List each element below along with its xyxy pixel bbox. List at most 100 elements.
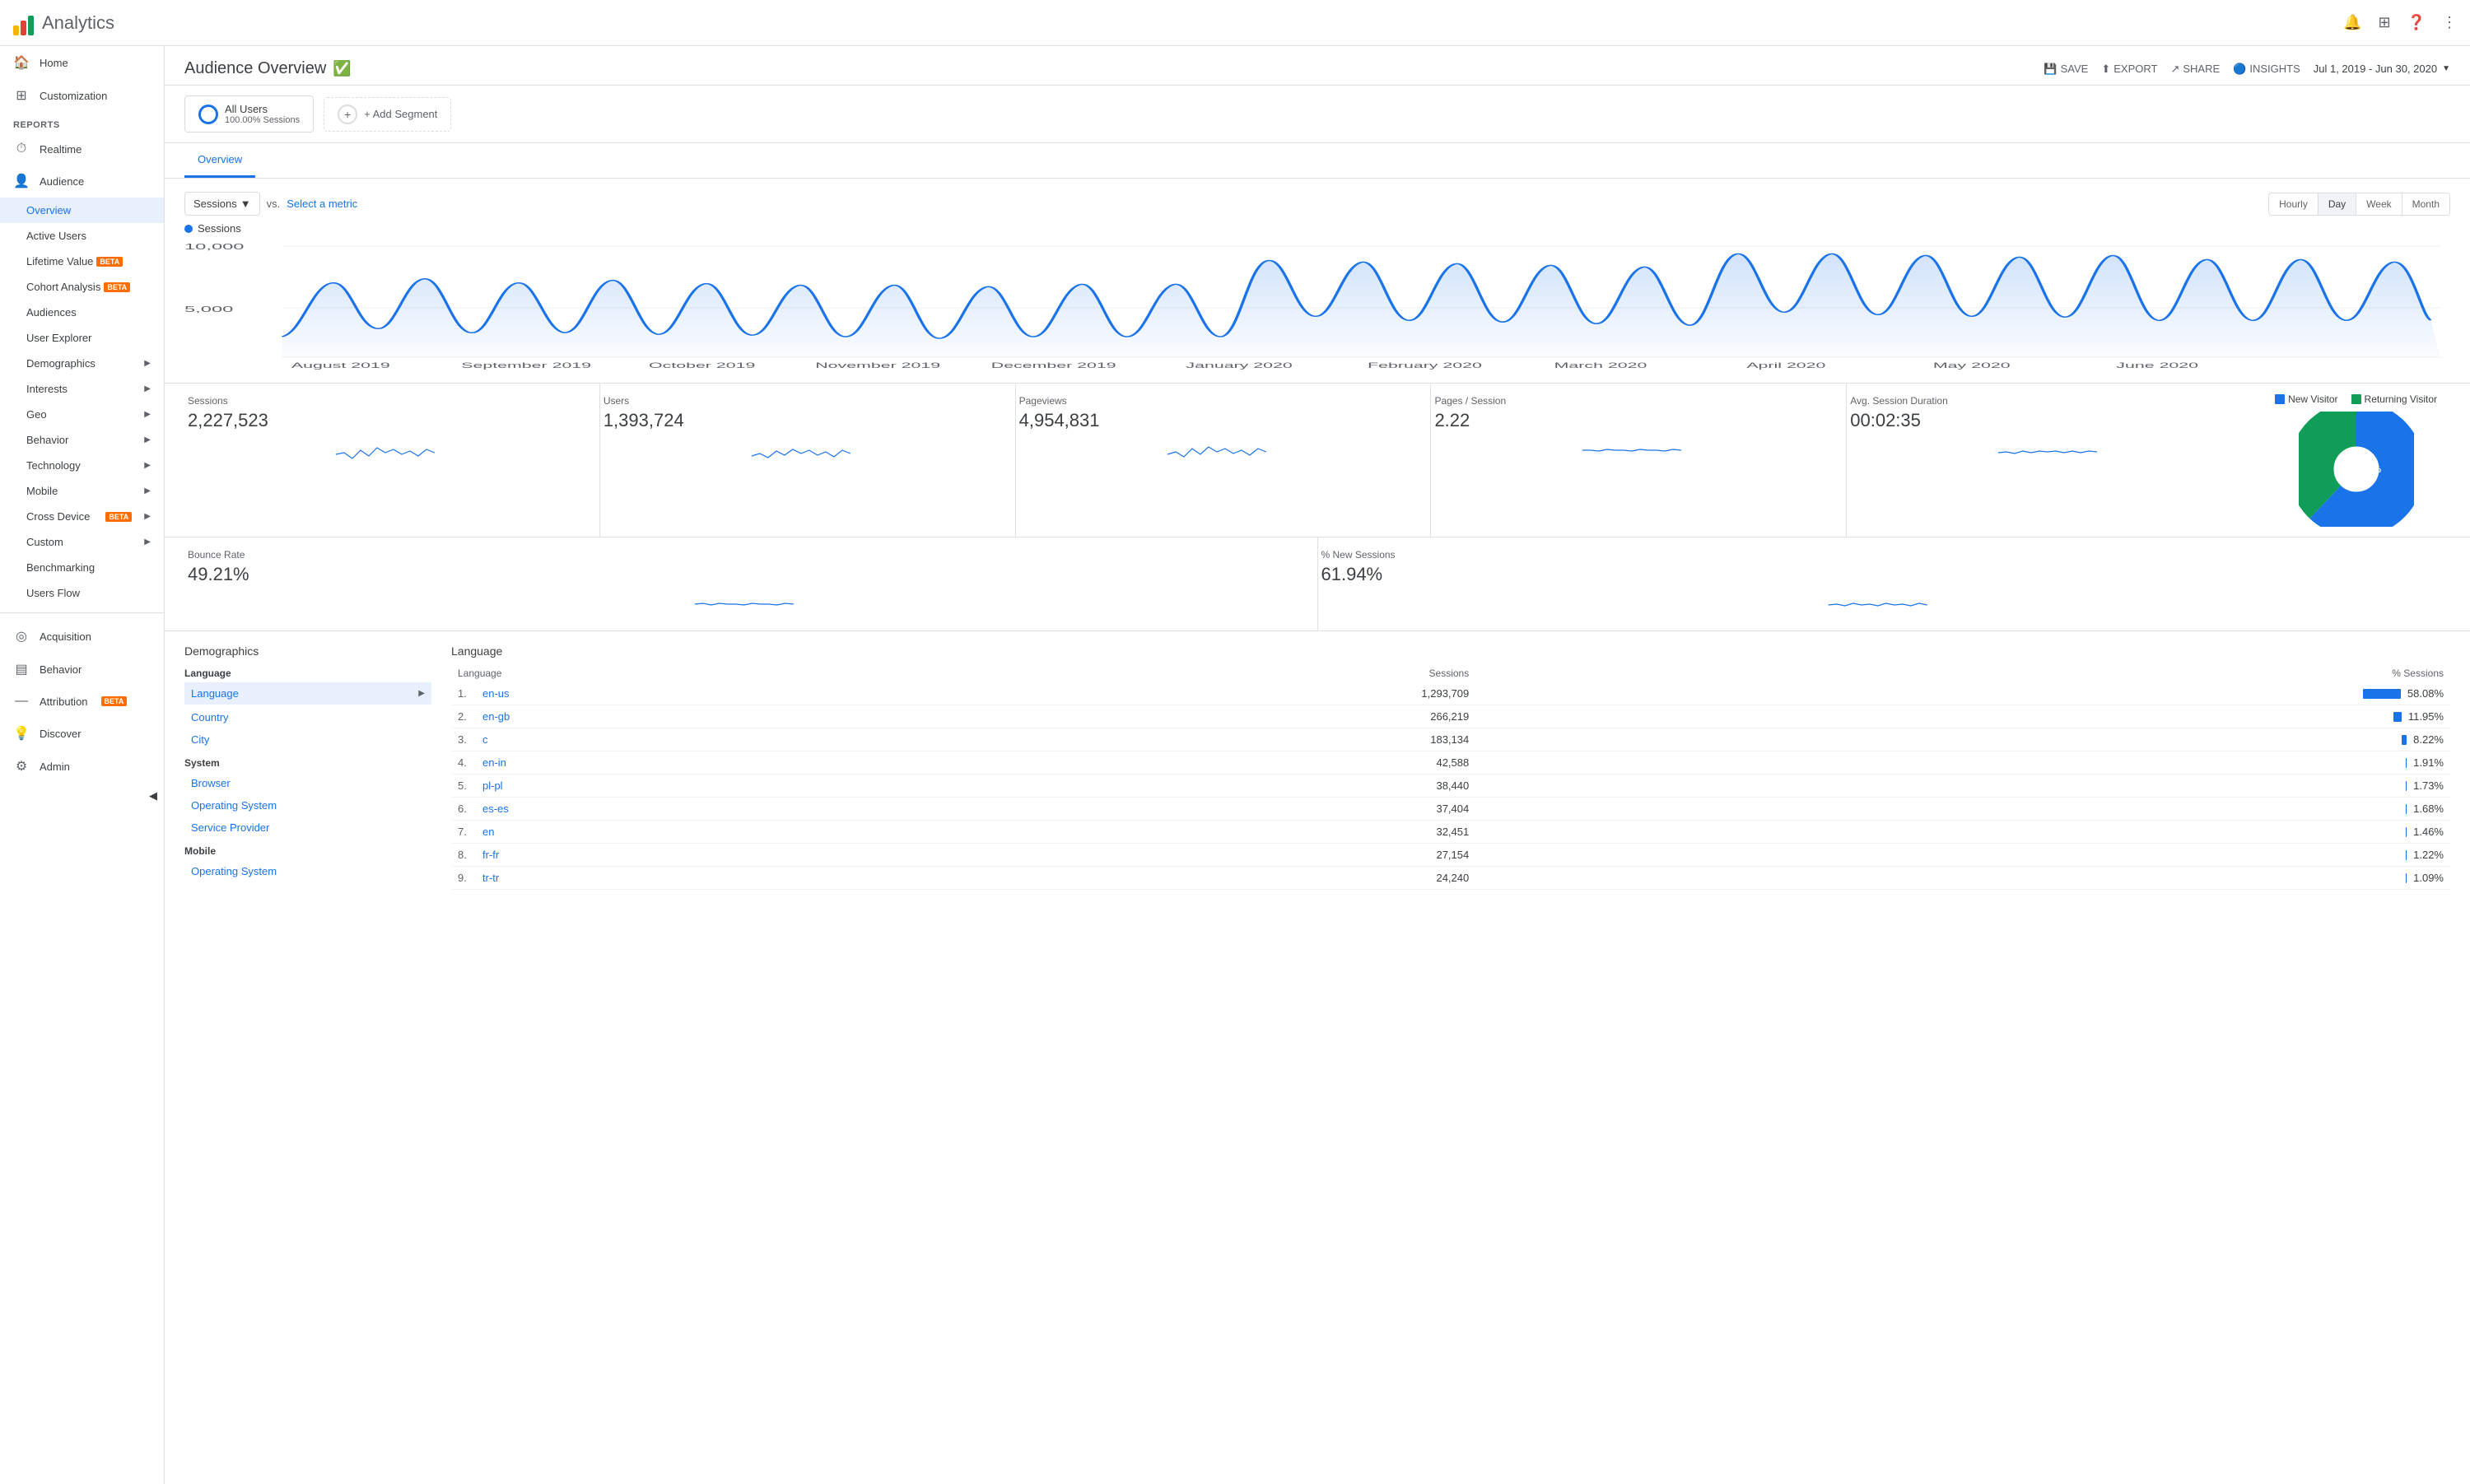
tab-overview[interactable]: Overview [184,143,255,178]
sidebar-item-realtime[interactable]: ⏱ Realtime [0,133,164,165]
sparkline-users [604,438,999,463]
collapse-icon: ◀ [149,789,157,802]
lang-sessions: 24,240 [876,867,1475,890]
more-icon[interactable]: ⋮ [2442,14,2457,31]
sidebar-item-admin[interactable]: ⚙ Admin [0,750,164,783]
pie-chart-area: New Visitor Returning Visitor 38% 62% [2262,384,2450,537]
sidebar-item-acquisition[interactable]: ◎ Acquisition [0,620,164,653]
chart-controls: Sessions ▼ vs. Select a metric Hourly Da… [184,192,2450,216]
sidebar-sub-cohort[interactable]: Cohort Analysis BETA [0,274,164,300]
sidebar-item-discover[interactable]: 💡 Discover [0,717,164,750]
demo-link-language[interactable]: Language ▶ [184,682,431,705]
bottom-section: Demographics Language Language ▶ Country… [165,630,2470,903]
metric-pages-session-label: Pages / Session [1434,395,1829,407]
date-range-picker[interactable]: Jul 1, 2019 - Jun 30, 2020 ▼ [2314,63,2450,75]
sidebar-sub-users-flow[interactable]: Users Flow [0,580,164,606]
sidebar-item-customization[interactable]: ⊞ Customization [0,79,164,112]
lang-name[interactable]: c [476,728,876,751]
lang-pct: 1.09% [1475,867,2450,890]
sidebar-item-home[interactable]: 🏠 Home [0,46,164,79]
lang-bar [2402,735,2407,745]
sidebar-expandable-behavior[interactable]: Behavior ▶ [0,427,164,453]
lang-name[interactable]: en-in [476,751,876,775]
sparkline-sessions [188,438,583,463]
expand-arrow-behavior: ▶ [144,435,151,444]
sidebar-item-behavior[interactable]: ▤ Behavior [0,653,164,686]
topbar-left: Analytics [13,11,114,35]
save-button[interactable]: 💾 SAVE [2044,63,2088,76]
demo-link-browser[interactable]: Browser [184,772,431,794]
demo-link-country[interactable]: Country [184,706,431,728]
time-btn-month[interactable]: Month [2402,193,2449,215]
sidebar-expand-label-mobile: Mobile [26,485,58,497]
metric-sessions-label: Sessions [188,395,583,407]
sidebar-collapse-button[interactable]: ◀ [0,783,164,809]
demo-link-service-provider[interactable]: Service Provider [184,816,431,839]
sparkline-new-sessions [1321,592,2435,616]
lang-pct: 58.08% [1475,682,2450,705]
demo-link-mobile-os[interactable]: Operating System [184,860,431,882]
realtime-icon: ⏱ [13,142,30,156]
lang-name[interactable]: fr-fr [476,844,876,867]
lang-name[interactable]: en [476,821,876,844]
export-button[interactable]: ⬆ EXPORT [2101,63,2157,76]
time-btn-day[interactable]: Day [2319,193,2356,215]
sidebar-expandable-mobile[interactable]: Mobile ▶ [0,478,164,504]
help-icon[interactable]: ❓ [2407,14,2426,31]
date-range-label: Jul 1, 2019 - Jun 30, 2020 [2314,63,2437,75]
select-metric-link[interactable]: Select a metric [287,198,357,210]
sidebar-sub-overview[interactable]: Overview [0,198,164,223]
sidebar-sub-benchmarking[interactable]: Benchmarking [0,555,164,580]
sparkline-avg-session [1850,438,2245,463]
discover-icon: 💡 [13,725,30,742]
sidebar-sub-user-explorer[interactable]: User Explorer [0,325,164,351]
sidebar-expandable-demographics[interactable]: Demographics ▶ [0,351,164,376]
lang-name[interactable]: en-us [476,682,876,705]
metric-dropdown[interactable]: Sessions ▼ [184,192,260,216]
metric-new-sessions-label: % New Sessions [1321,549,2435,561]
table-row: 9. tr-tr 24,240 1.09% [451,867,2450,890]
sidebar-item-audience[interactable]: 👤 Audience [0,165,164,198]
audience-icon: 👤 [13,173,30,189]
lang-link: es-es [482,802,509,815]
lang-name[interactable]: pl-pl [476,775,876,798]
chart-section: Sessions ▼ vs. Select a metric Hourly Da… [165,179,2470,383]
sidebar-sub-lifetime-value[interactable]: Lifetime Value BETA [0,249,164,274]
notification-icon[interactable]: 🔔 [2343,14,2361,31]
sidebar-expandable-cross-device[interactable]: Cross Device BETA ▶ [0,504,164,529]
save-label: SAVE [2061,63,2089,75]
sidebar-expandable-custom[interactable]: Custom ▶ [0,529,164,555]
demo-link-os[interactable]: Operating System [184,794,431,816]
sidebar-expandable-technology[interactable]: Technology ▶ [0,453,164,478]
sidebar-sub-audiences[interactable]: Audiences [0,300,164,325]
lang-name[interactable]: tr-tr [476,867,876,890]
add-segment-button[interactable]: + + Add Segment [324,97,451,132]
demo-arrow-language: ▶ [418,689,425,698]
sidebar-item-attribution[interactable]: — Attribution BETA [0,686,164,717]
demo-link-city[interactable]: City [184,728,431,751]
admin-icon: ⚙ [13,758,30,775]
sidebar-label-realtime: Realtime [40,143,82,156]
lang-name[interactable]: es-es [476,798,876,821]
lang-name[interactable]: en-gb [476,705,876,728]
add-segment-label: + Add Segment [364,108,437,120]
sidebar-expandable-interests[interactable]: Interests ▶ [0,376,164,402]
lang-rank: 7. [451,821,476,844]
lang-bar [2363,689,2401,699]
grid-icon[interactable]: ⊞ [2378,14,2390,31]
expand-arrow-interests: ▶ [144,384,151,393]
insights-icon: 🔵 [2233,63,2246,76]
share-button[interactable]: ↗ SHARE [2170,63,2220,76]
all-users-segment[interactable]: All Users 100.00% Sessions [184,95,314,133]
time-btn-hourly[interactable]: Hourly [2269,193,2319,215]
lang-pct-label: 8.22% [2413,733,2444,746]
sidebar-expand-label-technology: Technology [26,459,81,472]
main-layout: 🏠 Home ⊞ Customization REPORTS ⏱ Realtim… [0,46,2470,1484]
sidebar-sub-active-users[interactable]: Active Users [0,223,164,249]
table-row: 4. en-in 42,588 1.91% [451,751,2450,775]
sidebar-expandable-geo[interactable]: Geo ▶ [0,402,164,427]
insights-button[interactable]: 🔵 INSIGHTS [2233,63,2300,76]
metric-selector: Sessions ▼ vs. Select a metric [184,192,357,216]
time-btn-week[interactable]: Week [2356,193,2402,215]
verified-icon: ✅ [333,60,351,77]
